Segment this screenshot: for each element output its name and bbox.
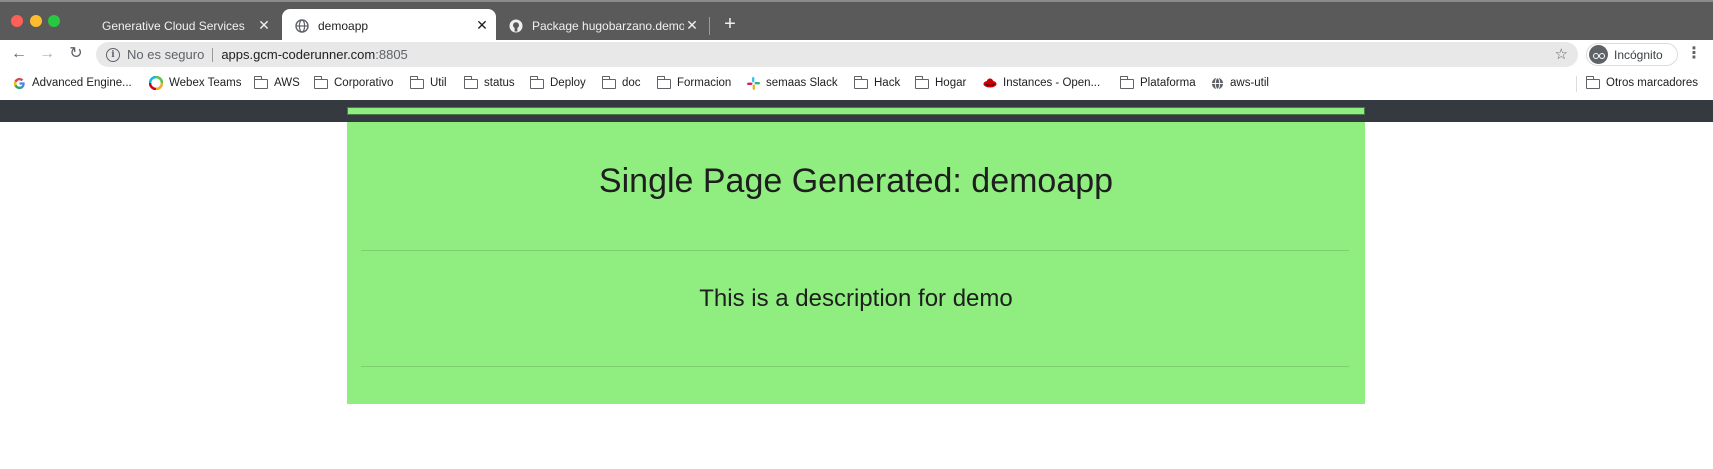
bookmark-advanced-engine[interactable]: Advanced Engine...: [12, 75, 132, 91]
tab-close-icon[interactable]: ✕: [256, 17, 272, 34]
bookmark-webex-teams[interactable]: Webex Teams: [149, 75, 241, 91]
folder-icon: [853, 76, 868, 90]
tab-package-hugobarzano[interactable]: Package hugobarzano.demoapp ✕: [500, 9, 706, 42]
bookmarks-bar: Advanced Engine... Webex Teams AWS Corpo…: [0, 68, 1713, 98]
bookmark-label: Plataforma: [1140, 77, 1196, 89]
google-icon: [12, 76, 26, 90]
bookmark-label: Hogar: [935, 77, 967, 89]
incognito-icon: [1589, 45, 1608, 64]
webex-icon: [149, 76, 163, 90]
url-text[interactable]: apps.gcm-coderunner.com:8805: [221, 47, 407, 62]
bookmark-folder-doc[interactable]: doc: [601, 75, 641, 91]
bookmark-label: doc: [622, 77, 641, 89]
bookmark-label: Instances - Open...: [1003, 77, 1101, 89]
bookmark-label: Formacion: [677, 77, 732, 89]
page-viewport: Single Page Generated: demoapp This is a…: [0, 98, 1713, 469]
address-divider: [212, 47, 214, 62]
reload-icon[interactable]: ↻: [66, 44, 86, 64]
jumbotron-card: Single Page Generated: demoapp This is a…: [347, 122, 1365, 404]
tab-strip: Generative Cloud Services ✕ demoapp ✕ Pa…: [0, 0, 1713, 42]
folder-icon: [529, 76, 544, 90]
tab-title: Generative Cloud Services: [102, 18, 245, 33]
bookmarks-separator: [1576, 76, 1577, 92]
back-arrow-icon[interactable]: ←: [9, 44, 29, 64]
tab-close-icon[interactable]: ✕: [684, 17, 700, 34]
other-bookmarks-folder[interactable]: Otros marcadores: [1585, 75, 1699, 91]
window-zoom-button[interactable]: [48, 15, 60, 27]
folder-icon: [914, 76, 929, 90]
page-description: This is a description for demo: [699, 285, 1013, 312]
bookmark-folder-deploy[interactable]: Deploy: [529, 75, 586, 91]
globe-icon: [1210, 76, 1224, 90]
folder-icon: [601, 76, 616, 90]
bookmark-label: Advanced Engine...: [32, 77, 132, 89]
browser-toolbar: ← → ↻ i No es seguro apps.gcm-coderunner…: [0, 40, 1713, 68]
bookmark-label: status: [484, 77, 515, 89]
folder-icon: [463, 76, 478, 90]
bookmark-folder-util[interactable]: Util: [409, 75, 447, 91]
folder-icon: [313, 76, 328, 90]
folder-icon: [656, 76, 671, 90]
bookmark-folder-aws[interactable]: AWS: [253, 75, 300, 91]
info-icon[interactable]: i: [106, 47, 120, 62]
url-host: apps.gcm-coderunner.com: [221, 47, 376, 62]
bookmark-instances-openstack[interactable]: Instances - Open...: [983, 75, 1100, 91]
forward-arrow-icon[interactable]: →: [37, 44, 57, 64]
bookmark-label: Util: [430, 77, 447, 89]
window-close-button[interactable]: [11, 15, 23, 27]
bookmark-label: semaas Slack: [766, 77, 838, 89]
folder-icon: [409, 76, 424, 90]
bookmark-semaas-slack[interactable]: semaas Slack: [746, 75, 838, 91]
divider: [361, 250, 1349, 251]
bookmark-label: Otros marcadores: [1606, 77, 1699, 89]
bookmark-label: aws-util: [1230, 77, 1269, 89]
incognito-profile-button[interactable]: Incógnito: [1586, 43, 1678, 66]
profile-label: Incógnito: [1614, 47, 1663, 62]
github-icon: [508, 18, 524, 34]
bookmark-label: Corporativo: [334, 77, 394, 89]
tab-demoapp[interactable]: demoapp ✕: [282, 9, 496, 42]
folder-icon: [253, 76, 268, 90]
bookmark-label: Hack: [874, 77, 901, 89]
folder-icon: [1119, 76, 1134, 90]
tab-title: demoapp: [318, 18, 369, 33]
bookmark-folder-formacion[interactable]: Formacion: [656, 75, 732, 91]
globe-icon: [294, 18, 310, 34]
new-tab-button[interactable]: +: [719, 14, 741, 36]
folder-icon: [1585, 76, 1600, 90]
tab-close-icon[interactable]: ✕: [474, 17, 490, 34]
url-port: :8805: [375, 47, 408, 62]
bookmark-aws-util[interactable]: aws-util: [1210, 75, 1269, 91]
bookmark-folder-status[interactable]: status: [463, 75, 515, 91]
tab-generative-cloud-services[interactable]: Generative Cloud Services ✕: [88, 9, 278, 42]
bookmark-label: Webex Teams: [169, 77, 242, 89]
redhat-icon: [983, 76, 997, 90]
bookmark-label: Deploy: [550, 77, 586, 89]
divider: [361, 366, 1349, 367]
browser-menu-icon[interactable]: ⋮: [1686, 44, 1702, 64]
page-title: Single Page Generated: demoapp: [598, 162, 1114, 200]
bookmark-folder-plataforma[interactable]: Plataforma: [1119, 75, 1196, 91]
slack-icon: [746, 76, 760, 90]
security-status[interactable]: No es seguro: [127, 47, 204, 62]
bookmark-folder-hack[interactable]: Hack: [853, 75, 901, 91]
bookmark-star-icon[interactable]: ☆: [1555, 45, 1568, 63]
bookmark-folder-hogar[interactable]: Hogar: [914, 75, 967, 91]
bookmark-folder-corporativo[interactable]: Corporativo: [313, 75, 394, 91]
tab-separator: [709, 17, 710, 35]
window-minimize-button[interactable]: [30, 15, 42, 27]
bookmark-label: AWS: [274, 77, 300, 89]
address-bar[interactable]: i No es seguro apps.gcm-coderunner.com:8…: [96, 42, 1578, 67]
tab-title: Package hugobarzano.demoapp: [532, 18, 684, 33]
navbar-green-strip: [347, 107, 1365, 115]
